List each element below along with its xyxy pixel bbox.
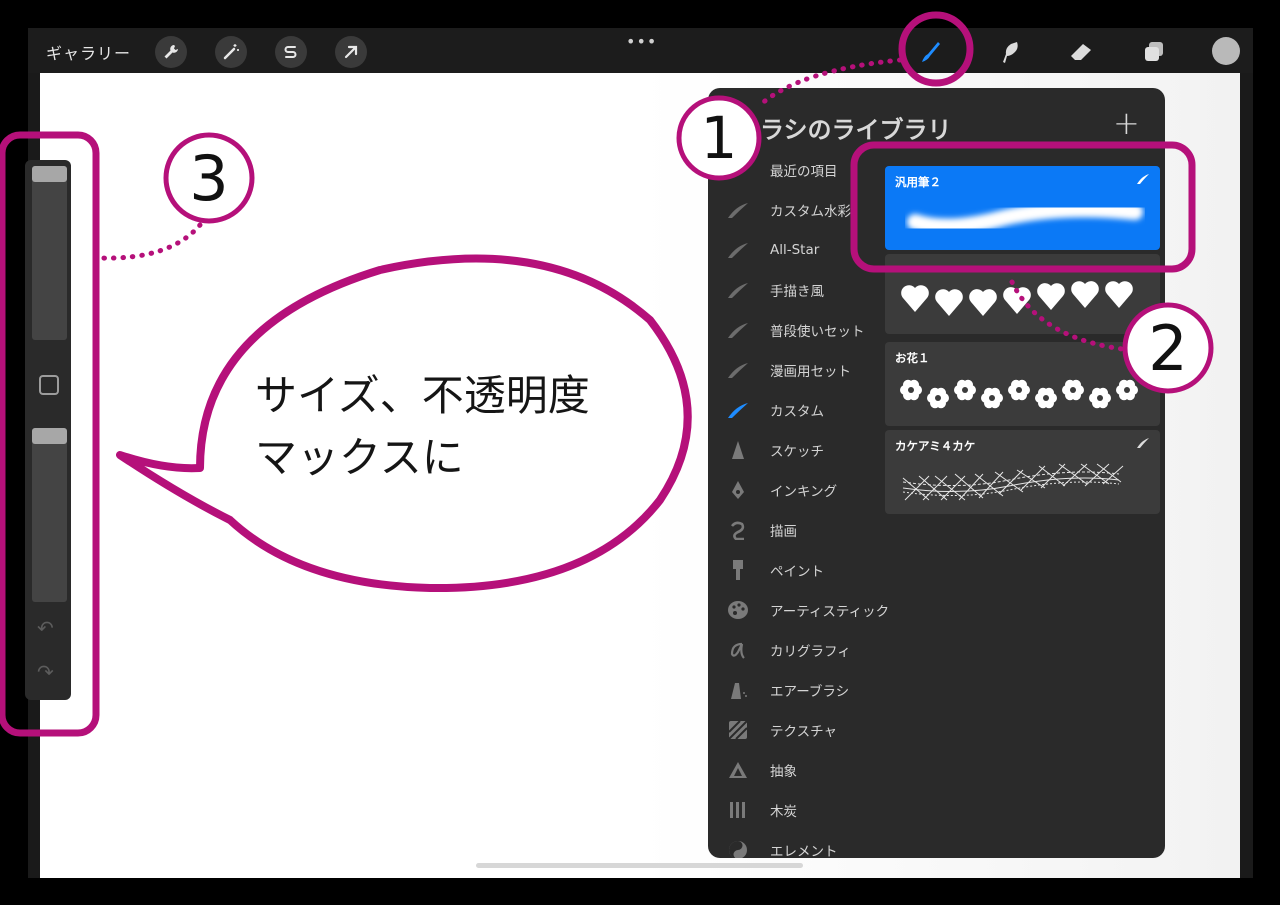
marker-1-label: 1 <box>700 104 738 172</box>
callout-text: サイズ、不透明度 マックスに <box>255 365 590 489</box>
highlight-ring-brush <box>898 11 974 87</box>
connector-3 <box>97 222 203 261</box>
connector-1 <box>757 57 903 108</box>
connector-2 <box>1009 279 1133 353</box>
callout-line-2: マックスに <box>255 433 464 482</box>
marker-2-label: 2 <box>1148 311 1188 385</box>
highlight-box-sidebar <box>0 131 100 737</box>
highlight-box-brush <box>850 141 1196 273</box>
callout-line-1: サイズ、不透明度 <box>255 371 590 420</box>
marker-3-label: 3 <box>189 141 229 215</box>
